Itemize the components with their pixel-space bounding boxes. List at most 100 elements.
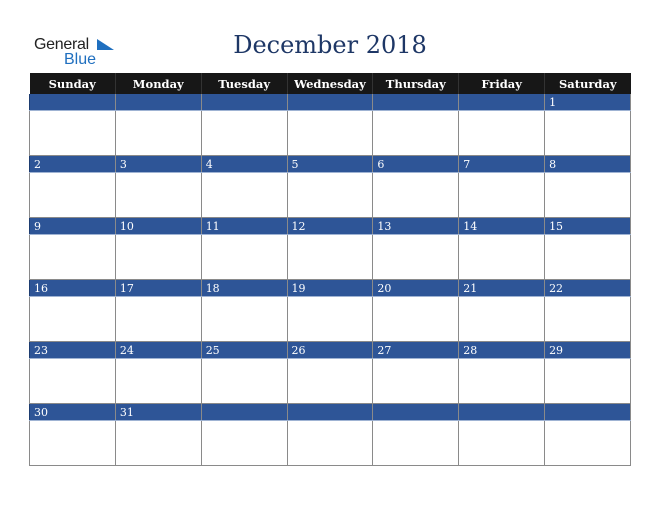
date-number: 20 (372, 279, 460, 297)
day-cell[interactable] (286, 110, 374, 156)
day-cell[interactable] (29, 358, 116, 404)
weekday-header: Monday (114, 73, 202, 94)
day-cell[interactable] (29, 234, 116, 280)
weekday-header: Saturday (544, 73, 631, 94)
week-notes-row (29, 172, 631, 218)
date-number: 19 (286, 279, 374, 297)
day-cell[interactable] (458, 358, 546, 404)
date-number: 12 (286, 217, 374, 235)
date-number: 17 (114, 279, 202, 297)
weekday-header: Wednesday (286, 73, 373, 94)
day-cell[interactable] (114, 358, 202, 404)
date-number: 30 (29, 403, 116, 421)
date-number (114, 94, 202, 111)
date-number: 26 (286, 341, 374, 359)
date-number: 6 (372, 155, 460, 173)
day-cell[interactable] (544, 420, 631, 466)
day-cell[interactable] (372, 420, 460, 466)
day-cell[interactable] (372, 296, 460, 342)
date-number: 11 (200, 217, 288, 235)
date-number: 24 (114, 341, 202, 359)
date-number: 4 (200, 155, 288, 173)
day-cell[interactable] (286, 296, 374, 342)
weekday-header: Tuesday (200, 73, 288, 94)
day-cell[interactable] (544, 172, 631, 218)
date-number: 7 (458, 155, 546, 173)
date-number: 23 (29, 341, 116, 359)
date-number (458, 403, 546, 421)
date-number: 18 (200, 279, 288, 297)
day-cell[interactable] (29, 296, 116, 342)
day-cell[interactable] (200, 234, 288, 280)
date-number: 10 (114, 217, 202, 235)
day-cell[interactable] (114, 234, 202, 280)
day-cell[interactable] (200, 420, 288, 466)
day-cell[interactable] (458, 296, 546, 342)
date-number: 27 (372, 341, 460, 359)
week-date-bar: 9 10 11 12 13 14 15 (29, 217, 631, 235)
day-cell[interactable] (114, 420, 202, 466)
day-cell[interactable] (372, 172, 460, 218)
day-cell[interactable] (372, 110, 460, 156)
date-number: 22 (544, 279, 631, 297)
day-cell[interactable] (29, 172, 116, 218)
calendar-grid: Sunday Monday Tuesday Wednesday Thursday… (29, 73, 631, 466)
day-cell[interactable] (200, 296, 288, 342)
date-number: 8 (544, 155, 631, 173)
weekday-header: Thursday (372, 73, 459, 94)
week-date-bar: 16 17 18 19 20 21 22 (29, 279, 631, 297)
week-notes-row (29, 358, 631, 404)
day-cell[interactable] (544, 296, 631, 342)
date-number (372, 94, 460, 111)
day-cell[interactable] (29, 420, 116, 466)
date-number: 25 (200, 341, 288, 359)
date-number (458, 94, 546, 111)
date-number (286, 403, 374, 421)
day-cell[interactable] (458, 172, 546, 218)
date-number (200, 403, 288, 421)
date-number: 31 (114, 403, 202, 421)
day-cell[interactable] (544, 358, 631, 404)
date-number: 28 (458, 341, 546, 359)
day-cell[interactable] (544, 110, 631, 156)
day-cell[interactable] (544, 234, 631, 280)
weekday-header: Sunday (29, 73, 116, 94)
day-cell[interactable] (29, 110, 116, 156)
date-number: 16 (29, 279, 116, 297)
day-cell[interactable] (458, 234, 546, 280)
date-number: 29 (544, 341, 631, 359)
date-number (372, 403, 460, 421)
day-cell[interactable] (114, 110, 202, 156)
day-cell[interactable] (372, 234, 460, 280)
day-cell[interactable] (286, 234, 374, 280)
date-number: 15 (544, 217, 631, 235)
week-notes-row (29, 420, 631, 466)
date-number: 21 (458, 279, 546, 297)
week-date-bar: 30 31 (29, 403, 631, 421)
day-cell[interactable] (114, 172, 202, 218)
week-date-bar: 23 24 25 26 27 28 29 (29, 341, 631, 359)
date-number: 3 (114, 155, 202, 173)
day-cell[interactable] (286, 358, 374, 404)
weekday-header-row: Sunday Monday Tuesday Wednesday Thursday… (29, 73, 631, 94)
date-number (544, 403, 631, 421)
date-number (29, 94, 116, 111)
day-cell[interactable] (114, 296, 202, 342)
day-cell[interactable] (200, 110, 288, 156)
week-notes-row (29, 234, 631, 280)
day-cell[interactable] (458, 110, 546, 156)
date-number: 9 (29, 217, 116, 235)
day-cell[interactable] (372, 358, 460, 404)
day-cell[interactable] (286, 172, 374, 218)
day-cell[interactable] (286, 420, 374, 466)
week-notes-row (29, 296, 631, 342)
date-number: 13 (372, 217, 460, 235)
week-date-bar: 1 (29, 94, 631, 111)
date-number (286, 94, 374, 111)
day-cell[interactable] (200, 358, 288, 404)
date-number (200, 94, 288, 111)
day-cell[interactable] (200, 172, 288, 218)
week-notes-row (29, 110, 631, 156)
week-date-bar: 2345678 (29, 155, 631, 173)
day-cell[interactable] (458, 420, 546, 466)
